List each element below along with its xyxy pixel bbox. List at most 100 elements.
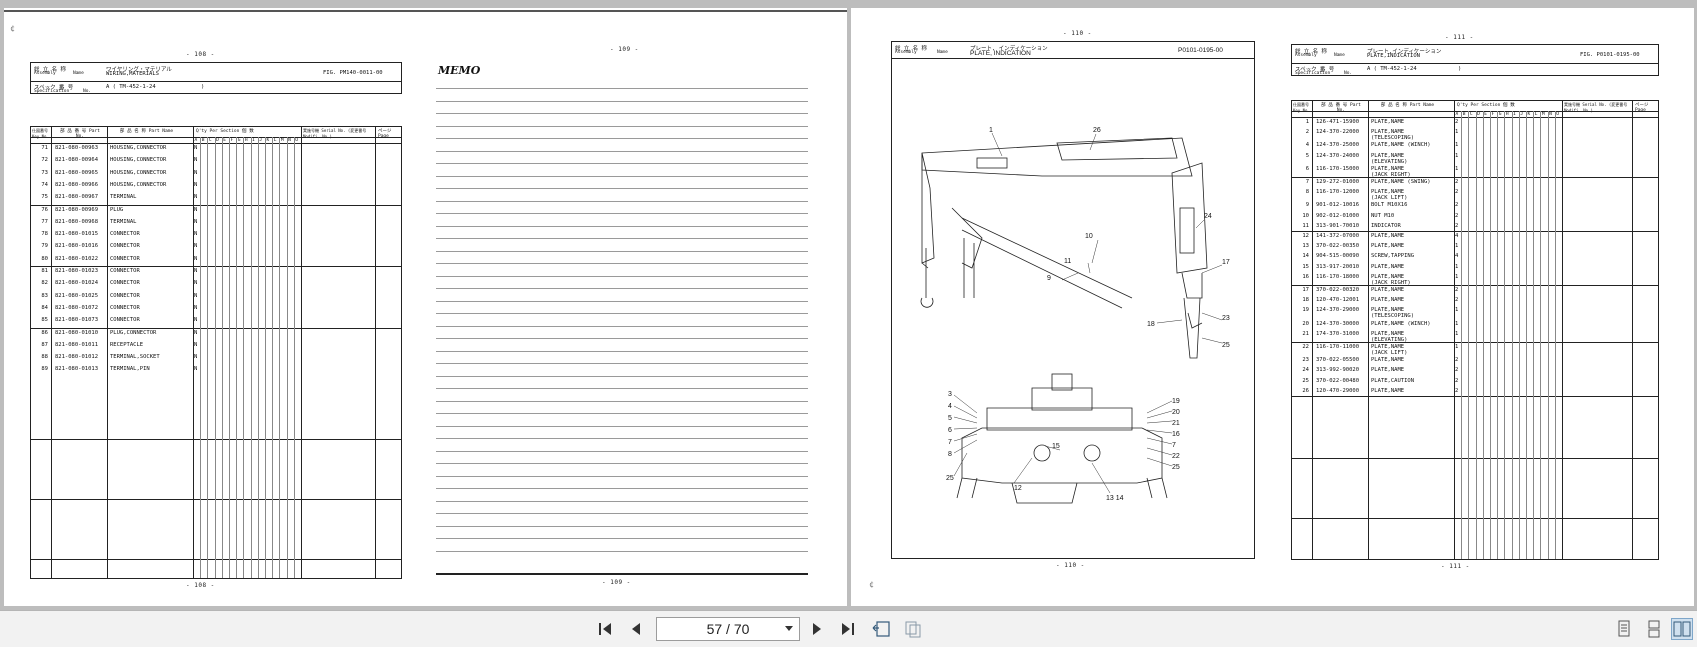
- row-part-name: PLATE,CAUTION: [1371, 377, 1415, 384]
- row-key: 10: [1302, 212, 1309, 219]
- name-en-label: Name: [1334, 53, 1345, 58]
- row-part-number: 370-022-00320: [1316, 287, 1360, 293]
- col-qty-header: Q'ty Per Section 個 数: [1457, 103, 1515, 108]
- name-en-label: Name: [937, 50, 948, 55]
- row-quantity: 1: [1455, 320, 1459, 327]
- assembly-en-label: Assembly: [895, 50, 917, 55]
- row-quantity: 2: [1455, 387, 1459, 394]
- row-key: 76: [41, 206, 48, 213]
- col-part-name-header: 部 品 名 称 Part Name: [119, 129, 174, 134]
- memo-ruled-line: [436, 275, 808, 277]
- row-key: 89: [41, 366, 48, 373]
- row-part-number: 821-080-01022: [55, 255, 99, 262]
- callout-25: 25: [946, 475, 954, 482]
- row-key: 75: [41, 194, 48, 201]
- row-part-number: 124-370-24000: [1316, 152, 1360, 159]
- memo-bottom-rule: [436, 573, 808, 575]
- row-key: 80: [41, 255, 48, 262]
- memo-ruled-line: [436, 363, 808, 364]
- figure-number: P0101-0195-00: [1178, 47, 1223, 54]
- memo-ruled-line: [436, 550, 808, 552]
- section-letter: D: [1477, 111, 1480, 117]
- row-quantity: N: [194, 354, 198, 361]
- callout-1: 1: [989, 127, 993, 134]
- two-page-view-button[interactable]: [1671, 618, 1693, 640]
- row-part-number: 821-080-01016: [55, 243, 99, 250]
- viewer-toolbar: 57 / 70: [0, 610, 1697, 647]
- row-part-number: 116-170-15000: [1316, 165, 1360, 172]
- row-part-number: 116-170-11000: [1316, 344, 1360, 350]
- memo-ruled-line: [436, 150, 808, 152]
- last-page-icon: [842, 623, 854, 635]
- row-key: 17: [1302, 287, 1309, 293]
- row-key: 74: [41, 181, 48, 188]
- row-key: 71: [41, 145, 48, 151]
- row-part-name: HOUSING,CONNECTOR: [110, 169, 167, 176]
- memo-ruled-line: [436, 163, 808, 164]
- row-key: 22: [1302, 344, 1309, 350]
- row-quantity: 1: [1455, 152, 1459, 159]
- row-part-number: 120-470-12001: [1316, 297, 1360, 304]
- row-quantity: 2: [1455, 202, 1459, 209]
- row-key: 15: [1302, 263, 1309, 270]
- memo-ruled-line: [436, 200, 808, 202]
- row-key: 20: [1302, 320, 1309, 327]
- corner-mark: ¢: [869, 580, 874, 589]
- row-quantity: N: [194, 304, 198, 311]
- row-quantity: N: [194, 268, 198, 274]
- row-part-name: SCREW,TAPPING: [1371, 253, 1415, 260]
- memo-ruled-line: [436, 88, 808, 89]
- row-part-number: 313-992-90020: [1316, 367, 1360, 374]
- row-quantity: N: [194, 366, 198, 373]
- row-key: 21: [1302, 330, 1309, 337]
- row-part-name: CONNECTOR: [110, 292, 140, 299]
- row-quantity: N: [194, 157, 198, 164]
- spec-en-label: Specification: [1295, 71, 1331, 76]
- callout-24: 24: [1204, 213, 1212, 220]
- group-divider: [31, 204, 401, 206]
- row-quantity: 1: [1455, 142, 1459, 149]
- row-part-number: 821-080-00965: [55, 169, 99, 176]
- row-part-number: 821-080-00966: [55, 181, 99, 188]
- row-part-name: CONNECTOR: [110, 268, 140, 274]
- memo-ruled-line: [436, 113, 808, 114]
- callout-6: 6: [948, 427, 952, 434]
- row-part-name: CONNECTOR: [110, 304, 140, 311]
- top-edge-rule: [4, 10, 847, 12]
- prev-page-button[interactable]: [625, 618, 647, 640]
- chevron-down-icon[interactable]: [785, 626, 793, 631]
- row-part-number: 124-370-29000: [1316, 307, 1360, 314]
- callout-21: 21: [1172, 420, 1180, 427]
- row-quantity: 1: [1455, 243, 1459, 250]
- row-key: 78: [41, 231, 48, 238]
- fit-page-button[interactable]: [902, 618, 924, 640]
- row-quantity: N: [194, 194, 198, 201]
- row-part-name: PLUG,CONNECTOR: [110, 329, 157, 336]
- page-number-input[interactable]: 57 / 70: [656, 617, 800, 641]
- row-part-name: INDICATOR: [1371, 222, 1401, 229]
- row-key: 86: [41, 329, 48, 336]
- spec-value: A ( TM-452-1-24: [1367, 66, 1417, 72]
- row-key: 9: [1305, 202, 1309, 209]
- row-quantity: N: [194, 206, 198, 213]
- row-key: 7: [1305, 179, 1309, 185]
- continuous-view-button[interactable]: [1643, 618, 1665, 640]
- row-quantity: 1: [1455, 344, 1459, 350]
- row-quantity: 2: [1455, 287, 1459, 293]
- single-page-view-button[interactable]: [1613, 618, 1635, 640]
- first-page-button[interactable]: [594, 618, 616, 640]
- spec-arrow: ): [201, 84, 205, 90]
- last-page-button[interactable]: [837, 618, 859, 640]
- row-quantity: N: [194, 280, 198, 287]
- section-letter: N: [1549, 111, 1552, 117]
- next-page-button[interactable]: [806, 618, 828, 640]
- rotate-view-button[interactable]: [870, 618, 892, 640]
- callout-9: 9: [1047, 275, 1051, 282]
- memo-ruled-line: [436, 488, 808, 489]
- row-part-name-detail: (ELEVATING): [1371, 158, 1408, 165]
- row-key: 18: [1302, 297, 1309, 304]
- document-viewer[interactable]: ¢ - 108 - 総 立 名 称 Assembly Name ワイヤリング・マ…: [0, 0, 1697, 610]
- assembly-header: 総 立 名 称 Assembly Name ワイヤリング・マテリアル WIRIN…: [30, 62, 402, 94]
- row-part-name: HOUSING,CONNECTOR: [110, 181, 167, 188]
- row-quantity: N: [194, 341, 198, 348]
